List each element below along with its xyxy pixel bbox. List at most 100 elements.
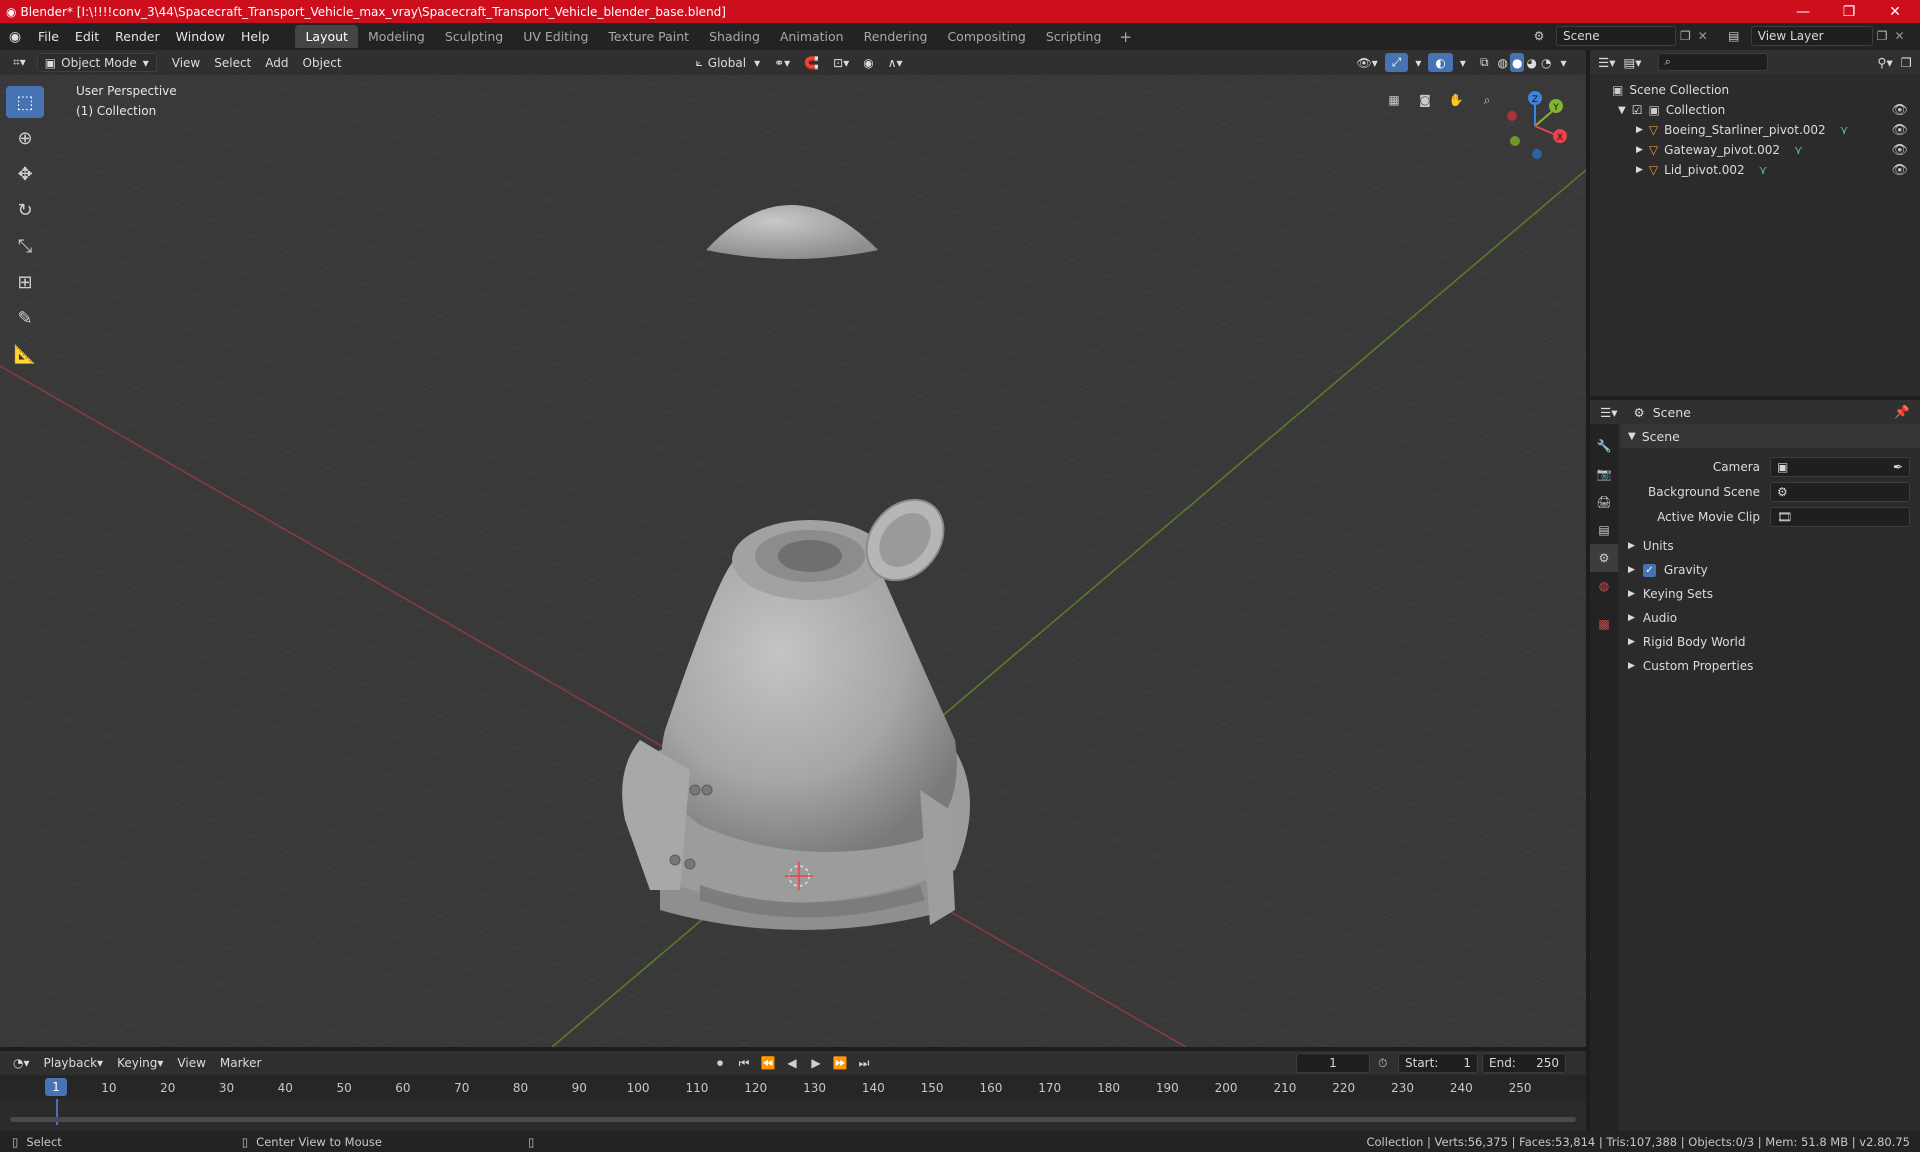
close-button[interactable]: ✕ (1872, 0, 1918, 23)
solid-shading-icon[interactable]: ● (1510, 53, 1525, 72)
prev-keyframe-button[interactable]: ⏪ (758, 1056, 778, 1070)
filter-icon[interactable]: ⚲▾ (1877, 55, 1892, 70)
record-button[interactable]: ⏺ (710, 1056, 730, 1071)
viewport-menu-view[interactable]: View (165, 53, 207, 72)
tab-modeling[interactable]: Modeling (358, 25, 435, 48)
toggle-grid-view-icon[interactable]: ▦ (1382, 88, 1406, 112)
rigid-body-world-section[interactable]: ▶ Rigid Body World (1628, 631, 1918, 653)
select-box-tool-icon[interactable]: ⬚ (6, 86, 44, 118)
chevron-right-icon[interactable]: ▶ (1636, 165, 1643, 175)
chevron-right-icon[interactable]: ▶ (1636, 125, 1643, 135)
pin-icon[interactable]: 📌 (1894, 404, 1910, 420)
texture-tab-icon[interactable]: ▩ (1590, 610, 1618, 638)
gravity-section[interactable]: ▶ ✓ Gravity (1628, 559, 1918, 581)
camera-view-icon[interactable]: ◙ (1413, 88, 1437, 112)
timeline-ruler[interactable]: 1 10 20 30 40 50 60 70 80 90 100 110 120 130 140 150 16… (0, 1075, 1586, 1099)
gravity-checkbox[interactable]: ✓ (1642, 563, 1656, 577)
eye-icon[interactable]: 👁 (1891, 103, 1908, 118)
new-scene-icon[interactable]: ❐ (1680, 29, 1691, 43)
menu-file[interactable]: File (30, 29, 67, 44)
play-button[interactable]: ▶ (806, 1056, 826, 1070)
outliner-editor-icon[interactable]: ☰▾ (1598, 55, 1615, 70)
new-collection-icon[interactable]: ❐ (1901, 55, 1912, 70)
next-keyframe-button[interactable]: ⏩ (830, 1056, 850, 1070)
transform-tool-icon[interactable]: ⊞ (6, 266, 44, 298)
pan-hand-icon[interactable]: ✋ (1444, 88, 1468, 112)
tab-animation[interactable]: Animation (770, 25, 854, 48)
properties-editor-icon[interactable]: ☰▾ (1600, 405, 1617, 420)
menu-window[interactable]: Window (168, 29, 233, 44)
render-tab-icon[interactable]: 📷 (1590, 460, 1618, 488)
scene-panel-header[interactable]: ▼ Scene (1620, 424, 1920, 448)
cursor-tool-icon[interactable]: ⊕ (6, 122, 44, 154)
menu-render[interactable]: Render (107, 29, 168, 44)
mesh-data-icon[interactable]: ⋎ (1794, 143, 1803, 157)
editor-type-icon[interactable]: ⌗▾ (6, 53, 33, 72)
output-tab-icon[interactable]: 🖨 (1590, 488, 1618, 516)
measure-tool-icon[interactable]: 📐 (6, 338, 44, 370)
timeline-menu-playback[interactable]: Playback ▾ (37, 1054, 111, 1073)
view-layer-tab-icon[interactable]: ▤ (1590, 516, 1618, 544)
scene-field[interactable]: Scene (1556, 26, 1676, 46)
pivot-point-icon[interactable]: ⚭▾ (767, 53, 797, 72)
delete-scene-icon[interactable]: ✕ (1695, 29, 1711, 43)
outliner-item[interactable]: ▶ ▽ Gateway_pivot.002 ⋎ 👁 (1590, 140, 1920, 160)
gizmo-dropdown-icon[interactable]: ▾ (1408, 53, 1428, 72)
xray-toggle-icon[interactable]: ⧉ (1473, 53, 1496, 72)
eye-icon[interactable]: 👁 (1891, 123, 1908, 138)
orientation-dropdown[interactable]: ⟀ Global ▾ (689, 53, 768, 72)
tab-rendering[interactable]: Rendering (854, 25, 938, 48)
camera-field[interactable]: ▣ ✒ (1770, 457, 1910, 477)
chevron-right-icon[interactable]: ▶ (1636, 145, 1643, 155)
wireframe-shading-icon[interactable]: ◍ (1496, 53, 1510, 72)
view-layer-field[interactable]: View Layer (1750, 26, 1873, 46)
tab-sculpting[interactable]: Sculpting (435, 25, 513, 48)
jump-start-button[interactable]: ⏮ (734, 1056, 754, 1071)
chevron-down-icon[interactable]: ▼ (1618, 105, 1626, 116)
move-tool-icon[interactable]: ✥ (6, 158, 44, 190)
outliner-search-input[interactable]: ⌕ (1657, 53, 1768, 71)
overlay-toggle-icon[interactable]: ◐ (1428, 53, 1453, 72)
tab-texture-paint[interactable]: Texture Paint (598, 25, 699, 48)
maximize-button[interactable]: ❐ (1826, 0, 1872, 23)
scene-icon[interactable]: ⚙ (1526, 29, 1552, 43)
tab-shading[interactable]: Shading (699, 25, 770, 48)
mesh-data-icon[interactable]: ⋎ (1759, 163, 1768, 177)
eye-icon[interactable]: 👁 (1891, 163, 1908, 178)
eye-icon[interactable]: 👁 (1891, 143, 1908, 158)
eyedropper-icon[interactable]: ✒ (1893, 460, 1903, 474)
shading-dropdown-icon[interactable]: ▾ (1553, 53, 1573, 72)
proportional-falloff-icon[interactable]: ∧▾ (881, 53, 910, 72)
viewport-menu-object[interactable]: Object (296, 53, 349, 72)
mode-dropdown[interactable]: ▣ Object Mode ▾ (36, 53, 157, 72)
tab-compositing[interactable]: Compositing (937, 25, 1035, 48)
start-frame-field[interactable]: Start: 1 (1398, 1053, 1478, 1073)
outliner-item[interactable]: ▶ ▽ Boeing_Starliner_pivot.002 ⋎ 👁 (1590, 120, 1920, 140)
delete-view-layer-icon[interactable]: ✕ (1892, 29, 1908, 43)
gizmo-toggle-icon[interactable]: ⤢ (1384, 53, 1409, 72)
proportional-edit-icon[interactable]: ◉ (856, 53, 880, 72)
viewport-menu-select[interactable]: Select (207, 53, 258, 72)
scale-tool-icon[interactable]: ⤡ (6, 230, 44, 262)
timeline-track-area[interactable] (0, 1099, 1586, 1125)
snap-target-icon[interactable]: ⊡▾ (826, 53, 856, 72)
tab-scripting[interactable]: Scripting (1036, 25, 1112, 48)
timeline-menu-keying[interactable]: Keying ▾ (110, 1054, 170, 1073)
active-movie-clip-field[interactable]: 🎞 (1770, 507, 1910, 527)
3d-viewport[interactable]: User Perspective (1) Collection ▦ ◙ ✋ ⌕ … (0, 50, 1586, 1047)
timeline-menu-marker[interactable]: Marker (213, 1054, 268, 1073)
new-view-layer-icon[interactable]: ❐ (1877, 29, 1888, 43)
timeline-editor-icon[interactable]: ◔▾ (6, 1054, 37, 1073)
menu-help[interactable]: Help (233, 29, 278, 44)
viewport-menu-add[interactable]: Add (258, 53, 295, 72)
stopwatch-icon[interactable]: ⏱ (1378, 1056, 1387, 1071)
end-frame-field[interactable]: End: 250 (1482, 1053, 1566, 1073)
tab-layout[interactable]: Layout (295, 25, 358, 48)
tab-uv-editing[interactable]: UV Editing (513, 25, 598, 48)
jump-end-button[interactable]: ⏭ (854, 1056, 874, 1071)
display-mode-icon[interactable]: ▤▾ (1623, 55, 1641, 70)
add-workspace-button[interactable]: + (1111, 28, 1140, 46)
material-shading-icon[interactable]: ◕ (1524, 53, 1538, 72)
custom-properties-section[interactable]: ▶ Custom Properties (1628, 655, 1918, 677)
outliner-collection[interactable]: ▼ ☑ ▣ Collection 👁 (1590, 100, 1920, 120)
